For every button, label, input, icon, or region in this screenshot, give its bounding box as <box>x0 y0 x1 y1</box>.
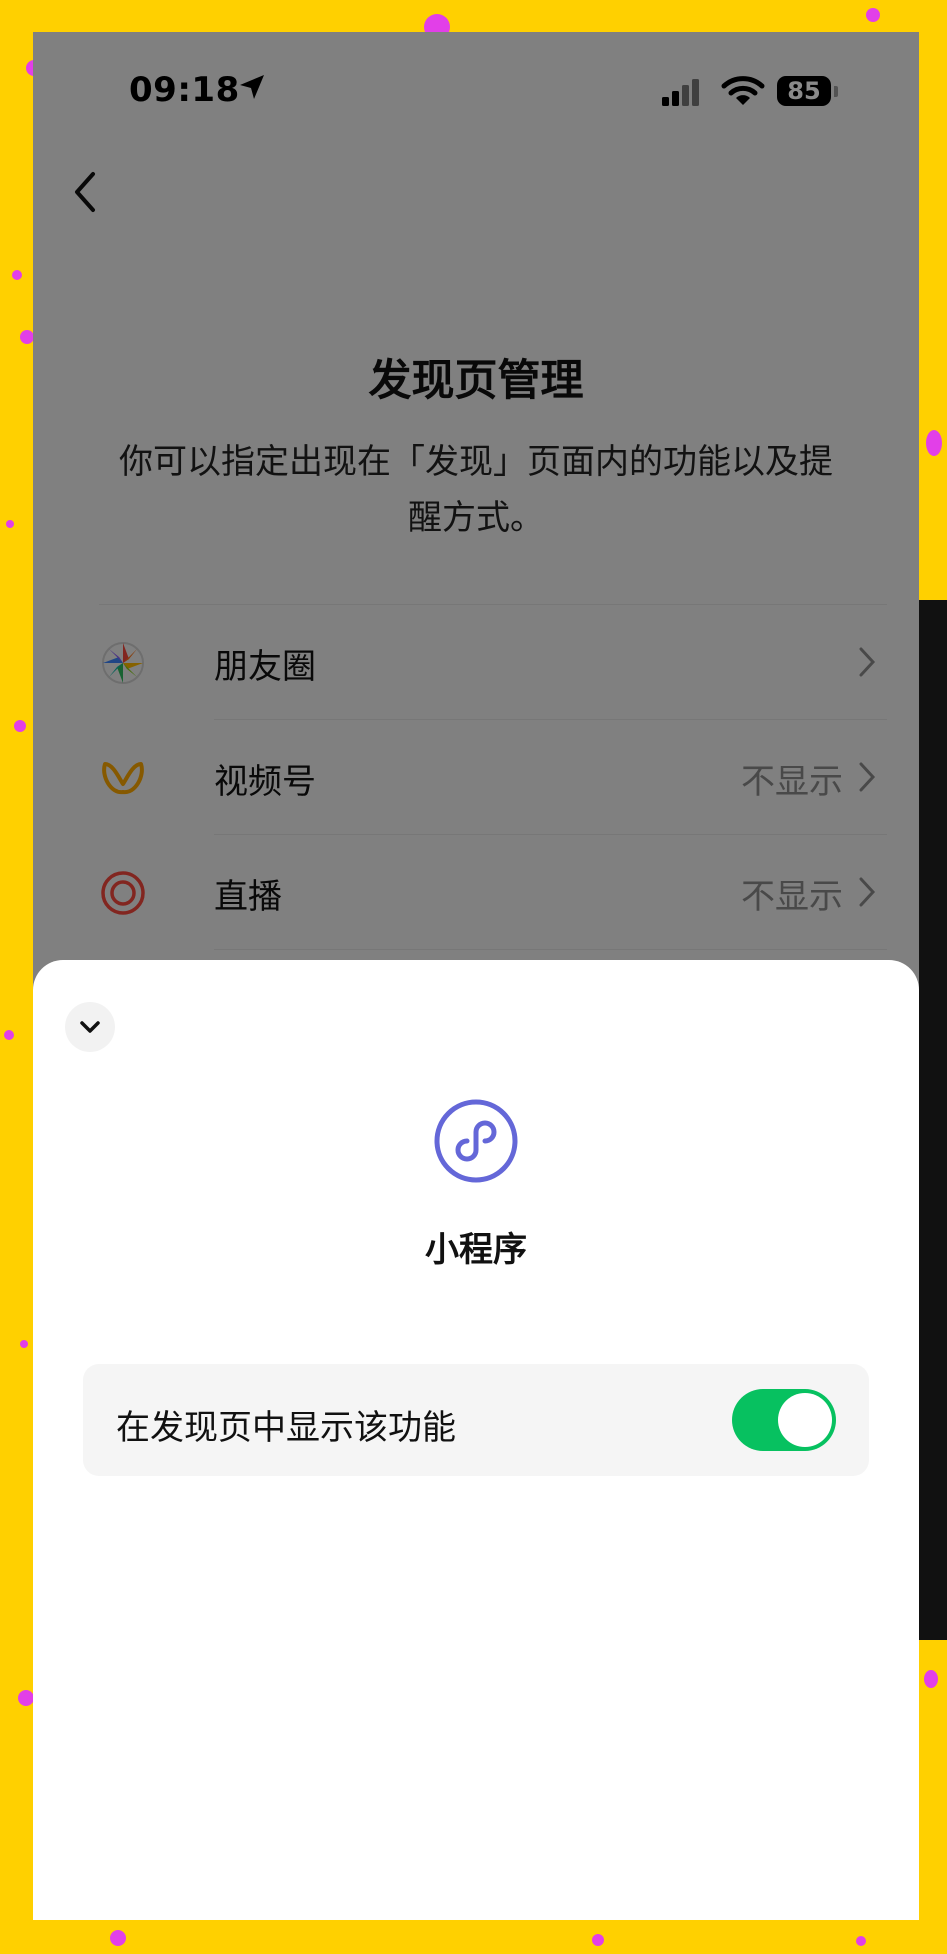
bottom-sheet: 小程序 在发现页中显示该功能 <box>33 960 919 1920</box>
phone-screen: 09:18 85 发现页管理 你可以指定出现在「发现」页面内的功能以及提醒方式。 <box>33 32 919 1920</box>
show-in-discover-setting: 在发现页中显示该功能 <box>83 1364 869 1476</box>
toggle-knob <box>778 1393 832 1447</box>
show-in-discover-toggle[interactable] <box>732 1389 836 1451</box>
sheet-title: 小程序 <box>425 1230 527 1270</box>
chevron-down-icon <box>80 1021 100 1033</box>
setting-label: 在发现页中显示该功能 <box>116 1408 456 1448</box>
collapse-sheet-button[interactable] <box>65 1002 115 1052</box>
mini-program-icon <box>434 1099 518 1183</box>
